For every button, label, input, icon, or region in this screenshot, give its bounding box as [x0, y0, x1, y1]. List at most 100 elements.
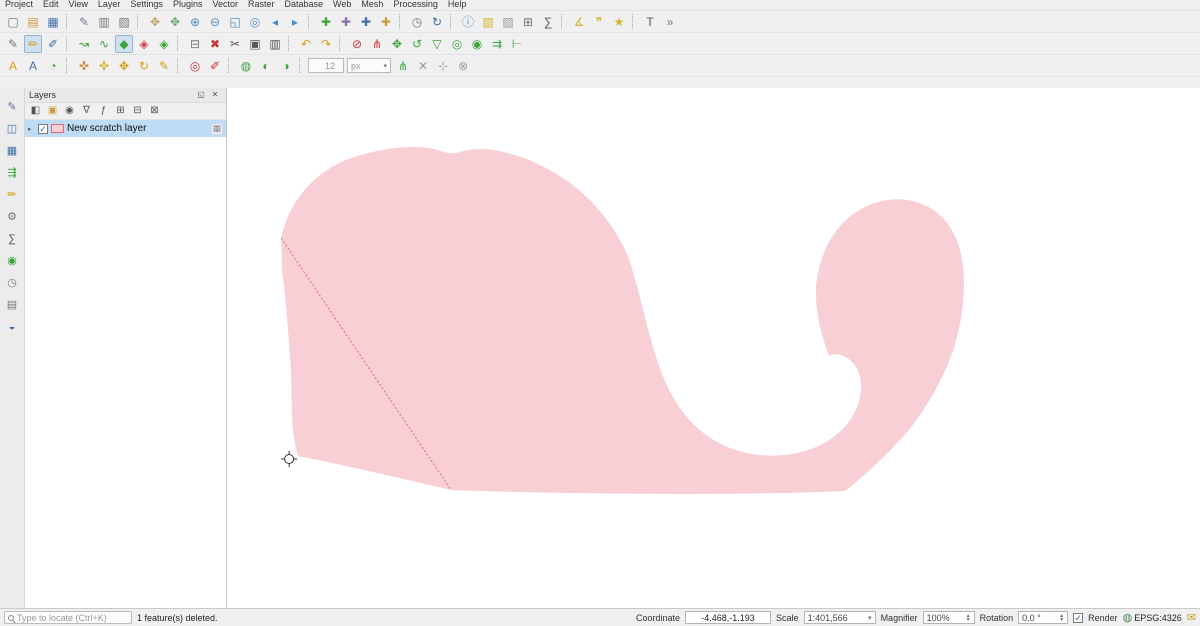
filter-legend-icon[interactable]: ∇: [79, 104, 94, 119]
vertex-editor-close-icon[interactable]: ✕: [414, 57, 432, 75]
text-annotation-icon[interactable]: T: [641, 13, 659, 31]
scale-combo[interactable]: 1:401,566 ▾: [804, 611, 876, 624]
menu-plugins[interactable]: Plugins: [168, 0, 208, 10]
locate-search-box[interactable]: Type to locate (Ctrl+K): [4, 611, 132, 624]
circle-2-points-icon[interactable]: ◐: [257, 57, 275, 75]
offset-curve-icon[interactable]: ⇉: [488, 35, 506, 53]
spinner-arrows-icon[interactable]: ▲▼: [966, 614, 971, 622]
clear-guides-icon[interactable]: ⊗: [454, 57, 472, 75]
menu-vector[interactable]: Vector: [207, 0, 243, 10]
add-vector-layer-icon[interactable]: ✚: [317, 13, 335, 31]
pin-labels-icon[interactable]: ✜: [75, 57, 93, 75]
new-print-layout-icon[interactable]: ▥: [95, 13, 113, 31]
open-layer-styling-icon[interactable]: ◧: [28, 104, 43, 119]
crs-status[interactable]: ◍ EPSG:4326: [1123, 611, 1182, 624]
measure-line-icon[interactable]: ∡: [570, 13, 588, 31]
data-source-manager-icon[interactable]: ▦: [3, 142, 22, 160]
rotation-spinner[interactable]: 0.0 ° ▲▼: [1018, 611, 1068, 624]
message-log-icon[interactable]: ✉: [1187, 611, 1196, 624]
garmin-connector-icon[interactable]: ⋔: [394, 57, 412, 75]
memory-layer-indicator-icon[interactable]: ▦: [211, 123, 223, 135]
move-feature-icon[interactable]: ✥: [388, 35, 406, 53]
pan-map-icon[interactable]: ✥: [146, 13, 164, 31]
scratch-polygon-feature[interactable]: [281, 147, 964, 494]
identify-features-icon[interactable]: ⓘ: [459, 13, 477, 31]
expand-all-icon[interactable]: ⊞: [113, 104, 128, 119]
remove-layer-icon[interactable]: ⊠: [147, 104, 162, 119]
refresh-map-icon[interactable]: ↻: [428, 13, 446, 31]
project-open-icon[interactable]: ▤: [24, 13, 42, 31]
save-layer-edits-icon[interactable]: ✐: [44, 35, 62, 53]
project-new-icon[interactable]: ▢: [4, 13, 22, 31]
paste-features-icon[interactable]: ▥: [266, 35, 284, 53]
layer-styling-panel-icon[interactable]: ✎: [3, 98, 22, 116]
deselect-features-icon[interactable]: ▧: [499, 13, 517, 31]
toolbar-overflow-icon[interactable]: »: [661, 13, 679, 31]
select-features-icon[interactable]: ▧: [479, 13, 497, 31]
menu-project[interactable]: Project: [0, 0, 38, 10]
add-group-icon[interactable]: ▣: [45, 104, 60, 119]
menu-mesh[interactable]: Mesh: [356, 0, 388, 10]
delete-selected-icon[interactable]: ✖: [206, 35, 224, 53]
new-scratch-layer-icon[interactable]: ✚: [377, 13, 395, 31]
georeferencer-icon[interactable]: ⇶: [3, 164, 22, 182]
spinner-arrows-icon[interactable]: ▲▼: [1059, 614, 1064, 622]
label-options-icon[interactable]: A: [4, 57, 22, 75]
open-attribute-table-icon[interactable]: ⊞: [519, 13, 537, 31]
simplify-feature-icon[interactable]: ▽: [428, 35, 446, 53]
advanced-digitizing-panel-icon[interactable]: ✏: [3, 186, 22, 204]
unit-combo[interactable]: px ▾: [347, 58, 391, 73]
menu-help[interactable]: Help: [443, 0, 472, 10]
close-panel-icon[interactable]: ✕: [209, 89, 221, 101]
trim-extend-icon[interactable]: ⊢: [508, 35, 526, 53]
menu-database[interactable]: Database: [280, 0, 329, 10]
vertex-tool-active-layer-icon[interactable]: ◈: [155, 35, 173, 53]
circle-3-points-icon[interactable]: ◑: [277, 57, 295, 75]
highlight-pinned-labels-icon[interactable]: ✜: [95, 57, 113, 75]
add-ring-icon[interactable]: ◎: [448, 35, 466, 53]
digitize-shape-icon[interactable]: ◍: [237, 57, 255, 75]
toggle-editing-icon[interactable]: ✏: [24, 35, 42, 53]
magnifier-spinner[interactable]: 100% ▲▼: [923, 611, 975, 624]
project-save-icon[interactable]: ▦: [44, 13, 62, 31]
temporal-panel-icon[interactable]: ◷: [3, 274, 22, 292]
style-manager-icon[interactable]: ✎: [75, 13, 93, 31]
vertex-tool-all-layers-icon[interactable]: ◈: [135, 35, 153, 53]
menu-edit[interactable]: Edit: [38, 0, 64, 10]
digitize-with-curve-icon[interactable]: ↝: [75, 35, 93, 53]
enable-tracing-icon[interactable]: ✐: [206, 57, 224, 75]
manage-map-themes-icon[interactable]: ◉: [62, 104, 77, 119]
map-canvas[interactable]: [227, 88, 1200, 608]
multiedit-attributes-icon[interactable]: ⊟: [186, 35, 204, 53]
move-label-icon[interactable]: ✥: [115, 57, 133, 75]
collapse-all-icon[interactable]: ⊟: [130, 104, 145, 119]
new-bookmark-icon[interactable]: ★: [610, 13, 628, 31]
current-edits-icon[interactable]: ✎: [4, 35, 22, 53]
undo-icon[interactable]: ↶: [297, 35, 315, 53]
split-features-icon[interactable]: ⋔: [368, 35, 386, 53]
zoom-to-selection-icon[interactable]: ◎: [246, 13, 264, 31]
add-polygon-feature-icon[interactable]: ◆: [115, 35, 133, 53]
map-tips-icon[interactable]: ❞: [590, 13, 608, 31]
overview-panel-icon[interactable]: ◒: [3, 318, 22, 336]
expander-icon[interactable]: ▸: [28, 125, 35, 133]
menu-view[interactable]: View: [64, 0, 93, 10]
menu-raster[interactable]: Raster: [243, 0, 280, 10]
fill-ring-icon[interactable]: ◉: [468, 35, 486, 53]
print-composer-panel-icon[interactable]: ▤: [3, 296, 22, 314]
add-raster-layer-icon[interactable]: ✚: [337, 13, 355, 31]
menu-layer[interactable]: Layer: [93, 0, 126, 10]
processing-toolbox-icon[interactable]: ⚙: [3, 208, 22, 226]
copy-features-icon[interactable]: ▣: [246, 35, 264, 53]
render-checkbox[interactable]: ✓: [1073, 613, 1083, 623]
zoom-next-icon[interactable]: ▸: [286, 13, 304, 31]
rotate-label-icon[interactable]: ↻: [135, 57, 153, 75]
browser-panel-icon[interactable]: ◫: [3, 120, 22, 138]
coordinate-input[interactable]: [685, 611, 771, 624]
temporal-controller-icon[interactable]: ◷: [408, 13, 426, 31]
gps-information-panel-icon[interactable]: ◉: [3, 252, 22, 270]
change-label-icon[interactable]: ✎: [155, 57, 173, 75]
pan-to-selection-icon[interactable]: ✥: [166, 13, 184, 31]
symbol-size-input[interactable]: [308, 58, 344, 73]
reshape-features-icon[interactable]: ⊘: [348, 35, 366, 53]
